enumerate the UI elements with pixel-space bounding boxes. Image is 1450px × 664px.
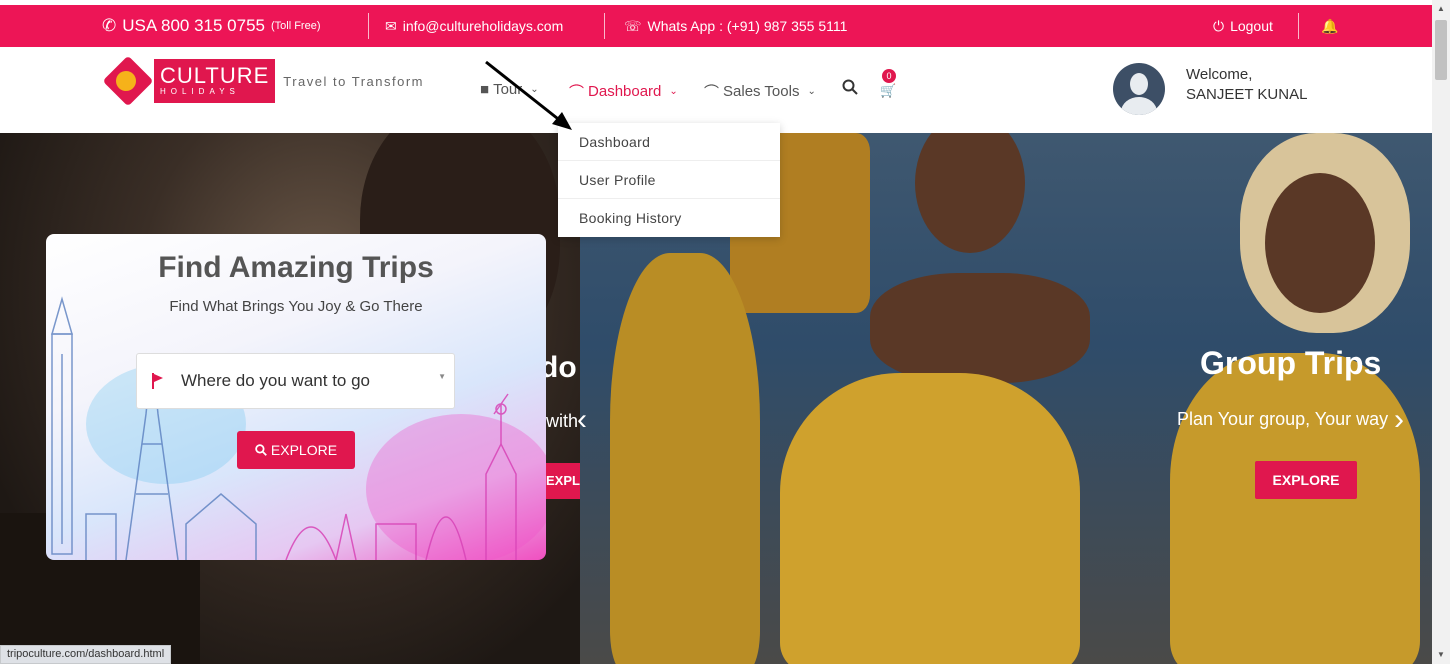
explore-label: EXPLORE: [270, 442, 338, 458]
email-address: info@cultureholidays.com: [402, 18, 564, 34]
dashboard-dropdown-menu: Dashboard User Profile Booking History: [558, 123, 780, 237]
logout-button[interactable]: ⏻ Logout: [1213, 5, 1273, 47]
scrollbar-thumb[interactable]: [1435, 20, 1447, 80]
group-trips-title: Group Trips: [1200, 345, 1382, 381]
landmarks-illustration: [51, 296, 517, 560]
cart-icon: 🛒: [880, 83, 897, 98]
welcome-label: Welcome,: [1186, 66, 1253, 83]
phone-number: USA 800 315 0755: [122, 16, 265, 35]
search-card-title: Find Amazing Trips: [158, 251, 434, 284]
destination-select[interactable]: Where do you want to go ▼: [136, 353, 455, 409]
search-icon[interactable]: [842, 79, 858, 95]
slide-subtitle-fragment: with: [546, 411, 579, 431]
destination-placeholder: Where do you want to go: [181, 371, 371, 390]
slider-next-arrow-icon[interactable]: ›: [1394, 403, 1404, 437]
caret-down-icon: ▼: [438, 372, 446, 381]
search-card-subtitle: Find What Brings You Joy & Go There: [169, 298, 423, 315]
slider-prev-arrow-icon[interactable]: ‹: [577, 403, 587, 437]
search-icon: [255, 444, 267, 456]
page: ✆ USA 800 315 0755 (Toll Free) ✉ info@cu…: [0, 0, 1450, 664]
avatar[interactable]: [1113, 63, 1165, 115]
whatsapp-icon: ☏: [624, 17, 642, 34]
main-header: CULTURE HOLIDAYS Travel to Transform ■ T…: [0, 47, 1432, 133]
logout-label: Logout: [1230, 18, 1273, 34]
cart-button[interactable]: 0 🛒: [876, 69, 900, 98]
power-icon: ⏻: [1213, 17, 1225, 34]
nav-dashboard[interactable]: ⌒ Dashboard ⌄: [569, 81, 678, 102]
sales-tools-icon: ⌒: [704, 84, 720, 101]
nav-dashboard-label: Dashboard: [588, 83, 662, 100]
group-trips-explore-button[interactable]: EXPLORE: [1255, 461, 1357, 499]
browser-status-url: tripoculture.com/dashboard.html: [0, 645, 172, 664]
user-name: SANJEET KUNAL: [1186, 86, 1308, 103]
scroll-down-arrow-icon[interactable]: ▼: [1437, 650, 1445, 659]
chevron-down-icon: ⌄: [807, 86, 816, 97]
notification-bell-icon[interactable]: 🔔: [1321, 5, 1338, 47]
logo-wordmark: CULTURE HOLIDAYS: [154, 59, 276, 103]
logo-tagline: Travel to Transform: [283, 73, 424, 89]
logo[interactable]: CULTURE HOLIDAYS Travel to Transform: [102, 55, 424, 107]
menu-item-booking-history[interactable]: Booking History: [558, 199, 780, 237]
menu-item-dashboard[interactable]: Dashboard: [558, 123, 780, 161]
whatsapp-number: Whats App : (+91) 987 355 5111: [647, 18, 848, 34]
nav-sales-tools-label: Sales Tools: [723, 83, 800, 100]
phone-note: (Toll Free): [270, 20, 321, 32]
phone-icon: ✆: [102, 16, 117, 35]
user-welcome: Welcome, SANJEET KUNAL: [1186, 65, 1307, 105]
annotation-arrow-icon: [485, 60, 572, 130]
cart-count-badge: 0: [882, 69, 896, 83]
scroll-up-arrow-icon[interactable]: ▲: [1437, 4, 1445, 13]
group-trips-subtitle: Plan Your group, Your way: [1177, 409, 1389, 429]
whatsapp-contact[interactable]: ☏ Whats App : (+91) 987 355 5111: [624, 5, 847, 47]
chevron-down-icon: ⌄: [669, 86, 678, 97]
top-contact-bar: ✆ USA 800 315 0755 (Toll Free) ✉ info@cu…: [0, 0, 1450, 47]
nav-sales-tools[interactable]: ⌒ Sales Tools ⌄: [704, 81, 816, 102]
page-scrollbar[interactable]: ▲ ▼: [1432, 0, 1450, 664]
trip-search-card: Find Amazing Trips Find What Brings You …: [46, 234, 546, 560]
menu-item-user-profile[interactable]: User Profile: [558, 161, 780, 199]
email-contact[interactable]: ✉ info@cultureholidays.com: [385, 5, 563, 47]
explore-button[interactable]: EXPLORE: [237, 431, 355, 469]
envelope-icon: ✉: [385, 17, 397, 34]
logo-mark-icon: [102, 55, 154, 107]
flag-icon: [151, 373, 163, 389]
phone-contact[interactable]: ✆ USA 800 315 0755 (Toll Free): [102, 5, 321, 47]
